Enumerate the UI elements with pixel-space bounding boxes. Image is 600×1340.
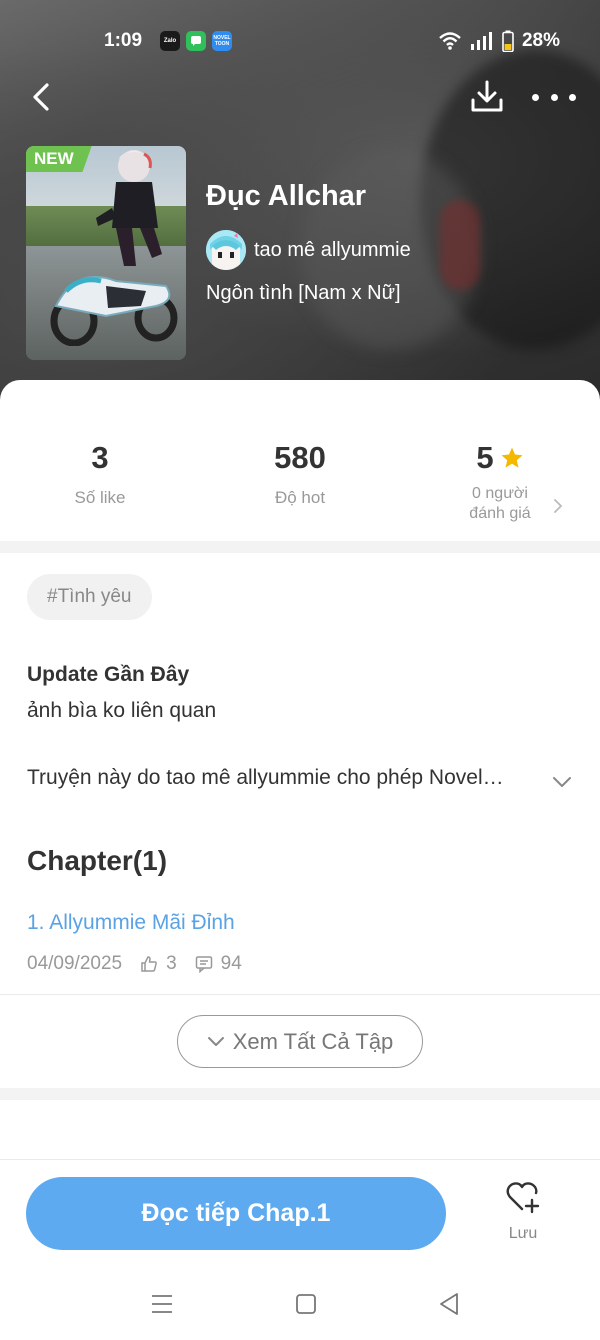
chat-icon (186, 31, 206, 51)
new-badge: NEW (26, 146, 92, 172)
chapter-date: 04/09/2025 (27, 953, 123, 974)
wifi-icon (439, 32, 461, 50)
comment-icon (195, 956, 212, 973)
chapter-item-title[interactable]: 1. Allyummie Mãi Đỉnh (27, 911, 235, 935)
home-icon[interactable] (294, 1292, 318, 1316)
avatar-image (206, 230, 246, 270)
section-divider (0, 1088, 600, 1100)
noveltoon-icon: NOVEL TOON (212, 31, 232, 51)
back-button[interactable] (24, 80, 58, 114)
stat-likes: 3 Số like (0, 440, 200, 508)
update-title: Update Gần Đây (27, 663, 190, 686)
thumbs-up-icon (141, 956, 157, 972)
stat-rating[interactable]: 5 0 người đánh giá (400, 440, 600, 524)
star-icon (501, 447, 523, 468)
book-cover[interactable] (26, 146, 186, 360)
genre-label: Ngôn tình [Nam x Nữ] (206, 282, 401, 304)
battery-icon (502, 30, 514, 52)
status-bar: 1:09 Zalo NOVEL TOON 28% (0, 24, 600, 58)
likes-count: 3 (91, 440, 109, 475)
stats-row: 3 Số like 580 Độ hot 5 0 người đánh giá (0, 440, 600, 540)
chapter-likes: 3 (166, 953, 177, 974)
rating-value: 5 (476, 440, 494, 475)
chapter-heading: Chapter(1) (27, 845, 168, 876)
status-app-icons: Zalo NOVEL TOON (160, 31, 232, 51)
see-all-label: Xem Tất Cả Tập (232, 1028, 394, 1054)
continue-reading-button[interactable]: Đọc tiếp Chap.1 (26, 1177, 446, 1250)
save-label: Lưu (508, 1225, 538, 1242)
section-divider (0, 541, 600, 553)
hot-label: Độ hot (274, 488, 326, 507)
download-icon (471, 80, 503, 112)
zalo-icon: Zalo (160, 31, 180, 51)
author-avatar[interactable] (206, 230, 246, 270)
more-dots-icon (532, 93, 539, 101)
author-row[interactable]: tao mê allyummie (206, 230, 411, 270)
status-time: 1:09 (104, 30, 143, 51)
signal-icon (470, 32, 492, 50)
more-options-button[interactable] (532, 84, 576, 110)
back-triangle-icon[interactable] (437, 1291, 461, 1317)
stat-hot: 580 Độ hot (200, 440, 400, 508)
recent-apps-icon[interactable] (150, 1292, 174, 1316)
book-title: Đục Allchar (206, 180, 367, 212)
save-button[interactable]: Lưu (490, 1180, 556, 1250)
chevron-down-icon[interactable] (551, 771, 573, 793)
rating-label: 0 người đánh giá (469, 485, 531, 522)
chevron-right-icon[interactable] (553, 497, 563, 515)
status-indicators: 28% (438, 30, 560, 52)
likes-label: Số like (74, 488, 126, 507)
bottom-bar-divider (0, 1159, 600, 1160)
chevron-left-icon (33, 83, 49, 111)
chapter-item-meta: 04/09/2025 3 94 (27, 953, 242, 975)
description-text[interactable]: Truyện này do tao mê allyummie cho phép … (27, 766, 547, 790)
see-all-chapters-button[interactable]: Xem Tất Cả Tập (177, 1015, 423, 1068)
tag-chip[interactable]: #Tình yêu (27, 574, 152, 620)
download-button[interactable] (468, 78, 506, 116)
chevron-down-icon (207, 1036, 224, 1046)
heart-plus-icon (506, 1182, 540, 1214)
chapter-comments: 94 (220, 953, 242, 974)
battery-percent: 28% (521, 30, 560, 51)
hot-count: 580 (274, 440, 326, 475)
system-navigation-bar (0, 1270, 600, 1340)
update-body: ảnh bìa ko liên quan (27, 699, 217, 722)
divider (0, 994, 600, 995)
author-name[interactable]: tao mê allyummie (254, 239, 411, 262)
